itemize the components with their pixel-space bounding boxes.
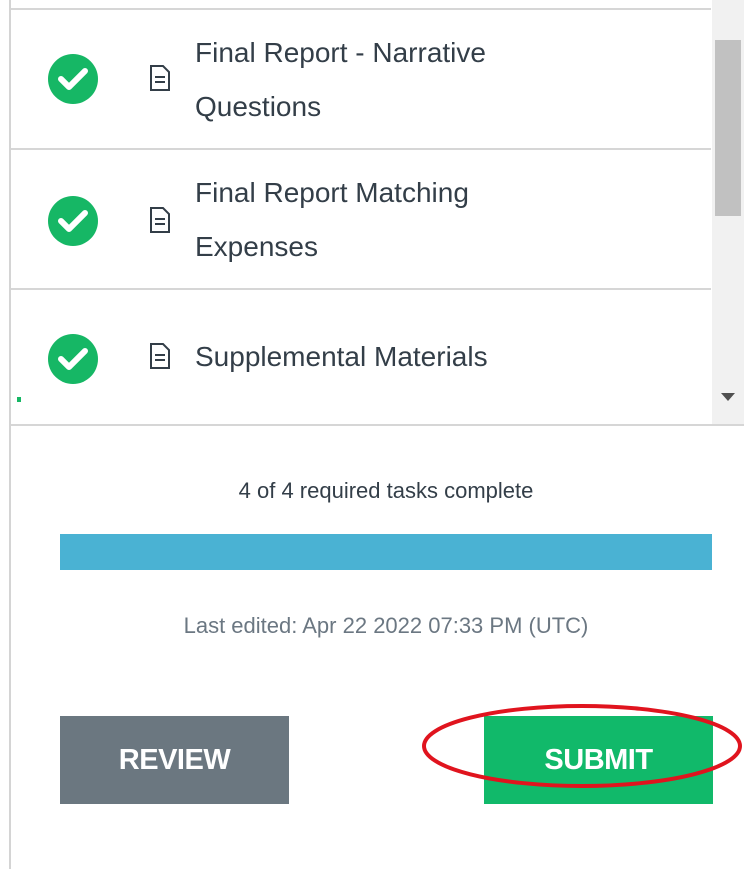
task-label: Supplemental Materials — [195, 330, 595, 384]
task-label-line: Final Report Matching — [195, 177, 469, 208]
task-label-line: Expenses — [195, 231, 318, 262]
task-item-narrative-questions[interactable]: Final Report - Narrative Questions — [11, 10, 711, 150]
task-label: Final Report - Narrative Questions — [195, 26, 595, 134]
task-label: Final Report Matching Expenses — [195, 166, 595, 274]
review-button[interactable]: REVIEW — [60, 716, 289, 804]
check-circle-icon — [48, 334, 98, 384]
task-panel: Final Report - Narrative Questions Final… — [0, 0, 744, 869]
progress-text: 4 of 4 required tasks complete — [238, 478, 534, 503]
last-edited-timestamp: Last edited: Apr 22 2022 07:33 PM (UTC) — [183, 613, 589, 638]
task-label-line: Final Report - Narrative — [195, 37, 486, 68]
task-item-supplemental-materials[interactable]: Supplemental Materials — [11, 290, 711, 426]
document-icon — [149, 206, 171, 234]
task-list: Final Report - Narrative Questions Final… — [11, 8, 711, 428]
document-icon — [149, 342, 171, 370]
task-item-matching-expenses[interactable]: Final Report Matching Expenses — [11, 150, 711, 290]
task-label-line: Questions — [195, 91, 322, 122]
check-circle-icon — [48, 54, 98, 104]
document-icon — [149, 64, 171, 92]
scrollbar-thumb[interactable] — [715, 40, 741, 216]
scroll-down-arrow-icon[interactable] — [721, 393, 735, 401]
progress-bar-fill — [60, 534, 712, 570]
focus-indicator — [17, 397, 21, 402]
check-circle-icon — [48, 196, 98, 246]
submit-button[interactable]: SUBMIT — [484, 716, 713, 804]
list-divider — [11, 424, 744, 426]
progress-bar — [60, 534, 712, 570]
task-label-line: Supplemental Materials — [195, 341, 488, 372]
task-list-scrollbar[interactable] — [712, 0, 744, 426]
